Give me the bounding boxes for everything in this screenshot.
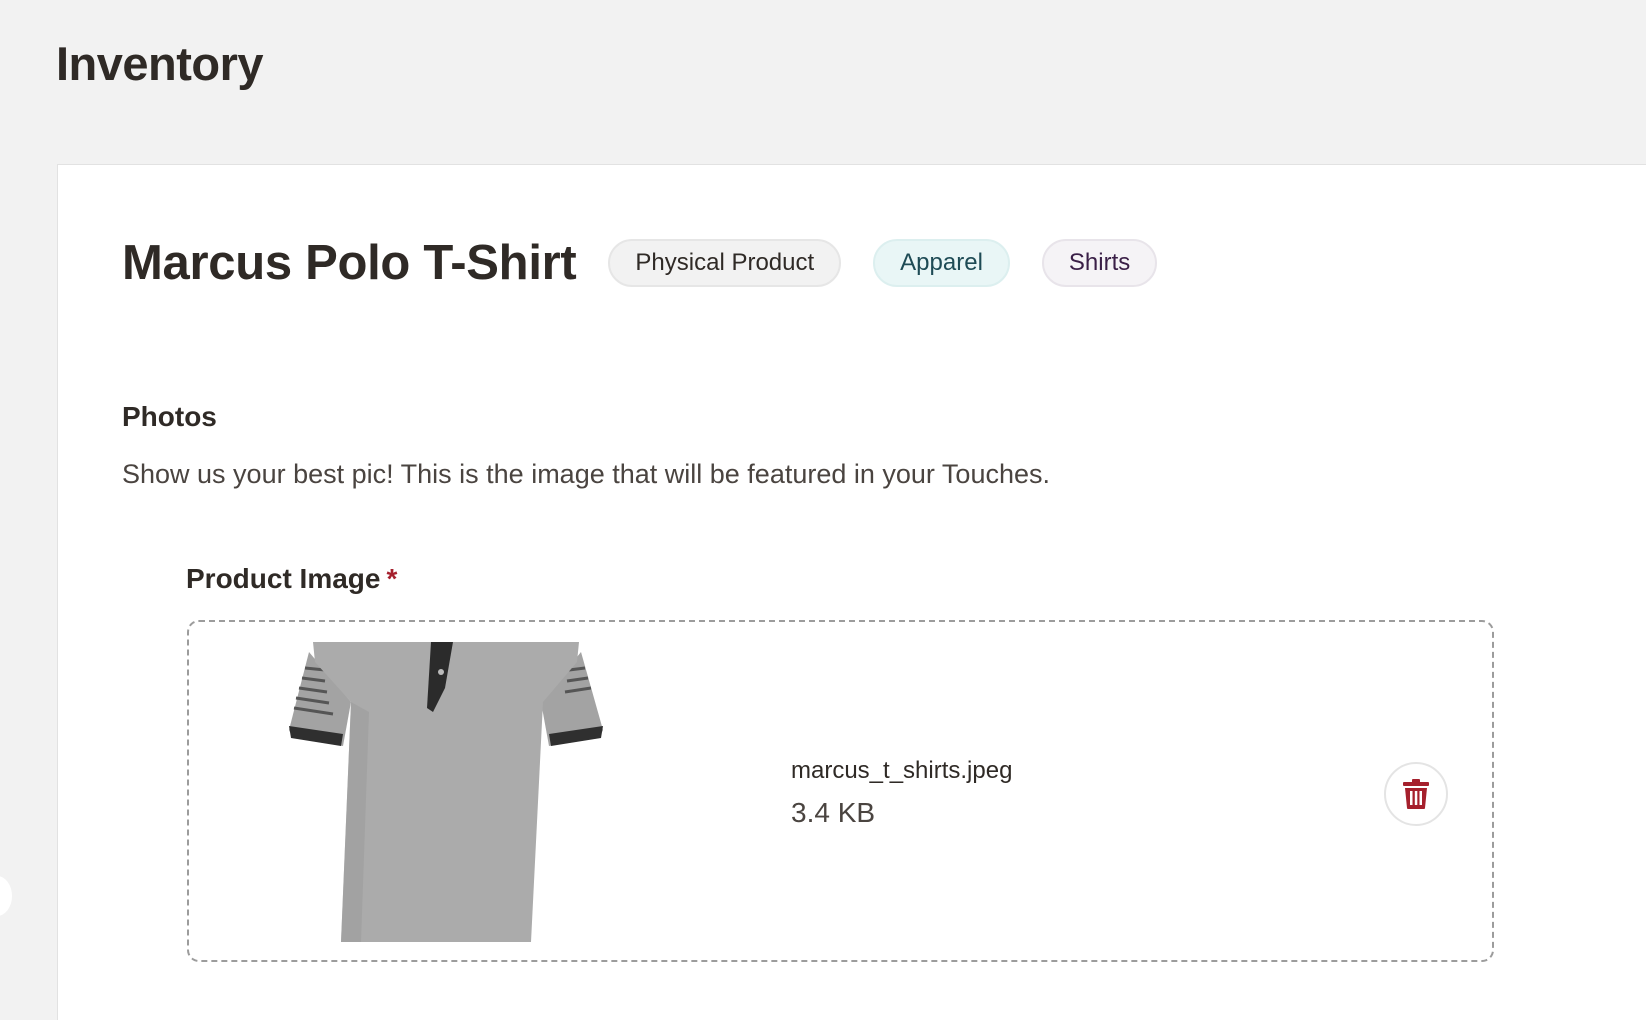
file-info: marcus_t_shirts.jpeg 3.4 KB xyxy=(791,757,1012,829)
product-card: Marcus Polo T-Shirt Physical Product App… xyxy=(57,164,1646,1020)
product-title: Marcus Polo T-Shirt xyxy=(122,236,577,290)
file-name: marcus_t_shirts.jpeg xyxy=(791,757,1013,784)
product-image-label: Product Image * xyxy=(186,563,397,595)
file-size: 3.4 KB xyxy=(791,797,876,828)
trash-icon xyxy=(1403,779,1429,809)
required-marker: * xyxy=(386,563,398,594)
product-header: Marcus Polo T-Shirt Physical Product App… xyxy=(122,235,1189,291)
tag-shirts: Shirts xyxy=(1041,239,1158,287)
product-thumbnail xyxy=(281,642,611,942)
photos-section-title: Photos xyxy=(122,401,217,432)
product-image-label-text: Product Image xyxy=(186,563,381,594)
page-title: Inventory xyxy=(56,37,264,90)
polo-shirt-image xyxy=(289,642,603,942)
tag-physical-product: Physical Product xyxy=(608,239,842,287)
side-panel-handle[interactable] xyxy=(0,876,12,916)
product-image-dropzone[interactable]: marcus_t_shirts.jpeg 3.4 KB xyxy=(187,620,1494,962)
tag-apparel: Apparel xyxy=(873,239,1010,287)
photos-section-description: Show us your best pic! This is the image… xyxy=(122,459,1050,489)
delete-image-button[interactable] xyxy=(1384,762,1448,826)
